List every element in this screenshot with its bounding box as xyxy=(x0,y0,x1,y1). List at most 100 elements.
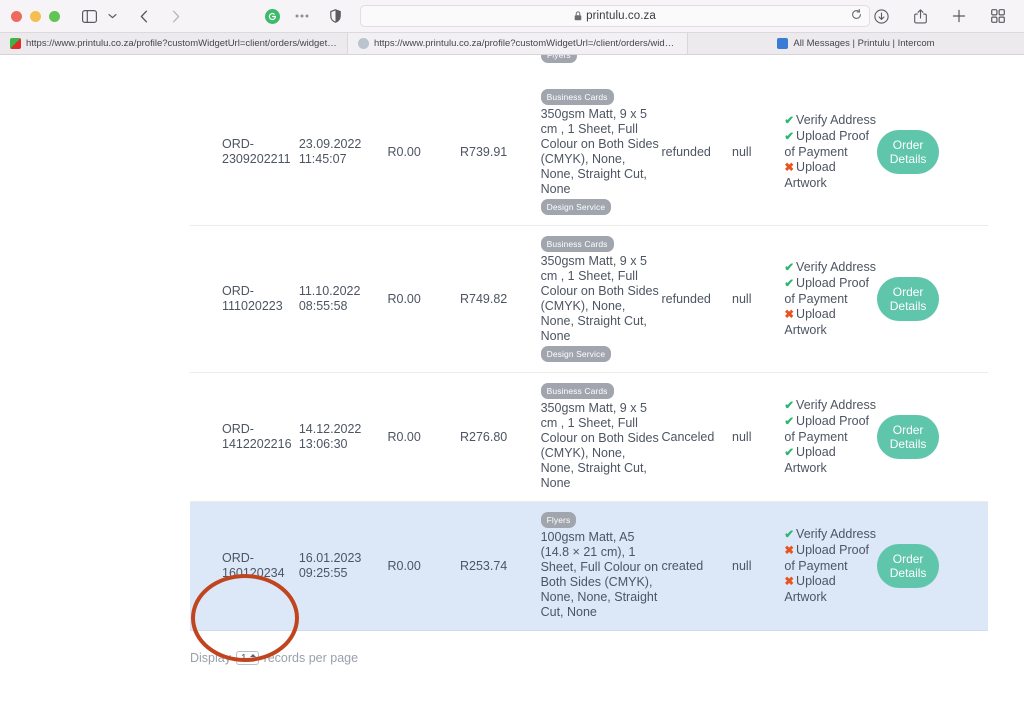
product-tag: Business Cards xyxy=(540,236,614,252)
chevron-down-icon[interactable] xyxy=(101,5,123,27)
date-text: 16.01.2023 xyxy=(298,551,362,565)
extension-grammarly-icon[interactable] xyxy=(265,8,280,24)
time-text: 13:06:30 xyxy=(298,437,348,451)
cell-date: 23.09.2022 11:45:07 xyxy=(298,79,388,226)
cell-action: Order Details xyxy=(877,225,988,373)
cell-tracking: null xyxy=(732,79,785,226)
step-upload-proof: ✔ Upload Proof of Payment xyxy=(784,414,877,445)
cross-icon: ✖ xyxy=(784,545,795,557)
check-icon: ✔ xyxy=(784,115,795,127)
time-text: 11:45:07 xyxy=(298,152,347,166)
step-verify-address: ✔ Verify Address xyxy=(784,113,877,129)
table-row[interactable]: ORD-111020223 11.10.2022 08:55:58 R0.00 … xyxy=(190,225,988,373)
product-tag: Flyers xyxy=(540,512,577,528)
tab-overview-icon[interactable] xyxy=(987,5,1009,27)
time-text: 09:25:55 xyxy=(298,566,348,580)
address-bar[interactable]: printulu.co.za xyxy=(360,5,870,27)
check-icon: ✔ xyxy=(784,131,795,143)
cell-amount-paid: R0.00 xyxy=(387,501,460,631)
maximize-window-button[interactable] xyxy=(49,10,60,22)
share-icon[interactable] xyxy=(909,5,931,27)
more-dots-icon[interactable] xyxy=(291,5,313,27)
browser-toolbar: printulu.co.za xyxy=(0,0,1024,33)
window-controls[interactable] xyxy=(11,10,60,22)
cell-steps: ✔ Verify Address ✔ Upload Proof of Payment… xyxy=(784,372,878,502)
step-label: Upload Proof of Payment xyxy=(784,543,870,573)
back-chevron-icon[interactable] xyxy=(133,5,155,27)
cell-amount-total: R739.91 xyxy=(460,79,541,226)
browser-tab-2[interactable]: https://www.printulu.co.za/profile?custo… xyxy=(348,33,688,54)
description-text: 100gsm Matt, A5 (14.8 × 21 cm), 1 Sheet,… xyxy=(540,530,659,619)
cross-icon: ✖ xyxy=(784,309,795,321)
cell-status: refunded xyxy=(661,225,733,373)
cell-description: Flyers 100gsm Matt, A5 (14.8 × 21 cm), 1… xyxy=(540,501,662,631)
new-tab-plus-icon[interactable] xyxy=(948,5,970,27)
check-icon: ✔ xyxy=(784,529,795,541)
arrow-up-icon[interactable] xyxy=(249,654,256,658)
records-value: 1 xyxy=(241,652,247,664)
page-viewport: Flyers ORD-2309202211 23.09.2022 11:45:0… xyxy=(0,55,1024,713)
service-tag: Design Service xyxy=(540,199,612,215)
step-upload-artwork: ✖ Upload Artwork xyxy=(784,574,877,605)
cell-amount-total: R253.74 xyxy=(460,501,541,631)
cell-amount-paid: R0.00 xyxy=(387,225,460,373)
cell-action: Order Details xyxy=(877,79,988,226)
browser-tab-1[interactable]: https://www.printulu.co.za/profile?custo… xyxy=(0,33,348,54)
arrow-down-icon[interactable] xyxy=(249,658,256,662)
check-icon: ✔ xyxy=(784,416,795,428)
order-details-button[interactable]: Order Details xyxy=(877,415,940,459)
table-row[interactable]: ORD-2309202211 23.09.2022 11:45:07 R0.00… xyxy=(190,79,988,226)
cell-date: 14.12.2022 13:06:30 xyxy=(298,372,388,502)
tab-label: https://www.printulu.co.za/profile?custo… xyxy=(26,38,337,49)
records-per-page-stepper[interactable]: 1 xyxy=(236,651,259,665)
product-tag: Flyers xyxy=(541,55,577,63)
table-row[interactable]: ORD-1412202216 14.12.2022 13:06:30 R0.00… xyxy=(190,372,988,502)
step-label: Upload Proof of Payment xyxy=(784,276,870,306)
step-upload-artwork: ✖ Upload Artwork xyxy=(784,307,877,338)
browser-tab-3[interactable]: All Messages | Printulu | Intercom xyxy=(688,33,1024,54)
sidebar-toggle-icon[interactable] xyxy=(78,5,100,27)
cell-date: 11.10.2022 08:55:58 xyxy=(298,225,388,373)
reload-icon[interactable] xyxy=(851,7,862,25)
cell-tracking: null xyxy=(732,372,785,502)
step-label: Verify Address xyxy=(796,398,876,412)
url-text: printulu.co.za xyxy=(586,10,656,22)
order-details-button[interactable]: Order Details xyxy=(877,130,940,174)
step-upload-artwork: ✖ Upload Artwork xyxy=(784,160,877,191)
check-icon: ✔ xyxy=(784,262,795,274)
clipped-previous-row: Flyers xyxy=(190,55,988,79)
cell-amount-paid: R0.00 xyxy=(387,372,460,502)
globe-favicon xyxy=(358,38,369,49)
download-icon[interactable] xyxy=(870,5,892,27)
date-text: 11.10.2022 xyxy=(298,284,361,298)
cell-order-id: ORD-2309202211 xyxy=(190,79,299,226)
browser-window: printulu.co.za https://www.printulu.co.z… xyxy=(0,0,1024,713)
privacy-shield-icon[interactable] xyxy=(324,5,346,27)
step-verify-address: ✔ Verify Address xyxy=(784,398,877,414)
time-text: 08:55:58 xyxy=(298,299,348,313)
stepper-arrows[interactable] xyxy=(249,654,256,662)
order-details-button[interactable]: Order Details xyxy=(877,277,940,321)
order-details-button[interactable]: Order Details xyxy=(877,544,940,588)
product-tag: Business Cards xyxy=(540,89,614,105)
cell-order-id: ORD-111020223 xyxy=(190,225,299,373)
printulu-favicon xyxy=(10,38,21,49)
cell-steps: ✔ Verify Address ✖ Upload Proof of Payment… xyxy=(784,501,878,631)
step-label: Upload Proof of Payment xyxy=(784,414,870,444)
description-text: 350gsm Matt, 9 x 5 cm , 1 Sheet, Full Co… xyxy=(540,254,659,343)
date-text: 14.12.2022 xyxy=(298,422,362,436)
step-label: Verify Address xyxy=(796,260,876,274)
close-window-button[interactable] xyxy=(11,10,22,22)
cell-steps: ✔ Verify Address ✔ Upload Proof of Payment… xyxy=(784,225,878,373)
cell-tracking: null xyxy=(732,225,785,373)
minimize-window-button[interactable] xyxy=(30,10,41,22)
forward-chevron-icon[interactable] xyxy=(165,5,187,27)
description-text: 350gsm Matt, 9 x 5 cm , 1 Sheet, Full Co… xyxy=(540,401,659,490)
check-icon: ✔ xyxy=(784,447,795,459)
table-row[interactable]: ORD-160120234 16.01.2023 09:25:55 R0.00 … xyxy=(190,501,988,631)
tab-bar: https://www.printulu.co.za/profile?custo… xyxy=(0,33,1024,55)
cell-amount-total: R276.80 xyxy=(460,372,541,502)
step-label: Verify Address xyxy=(796,113,876,127)
tab-label: https://www.printulu.co.za/profile?custo… xyxy=(374,38,677,49)
cell-amount-paid: R0.00 xyxy=(387,79,460,226)
